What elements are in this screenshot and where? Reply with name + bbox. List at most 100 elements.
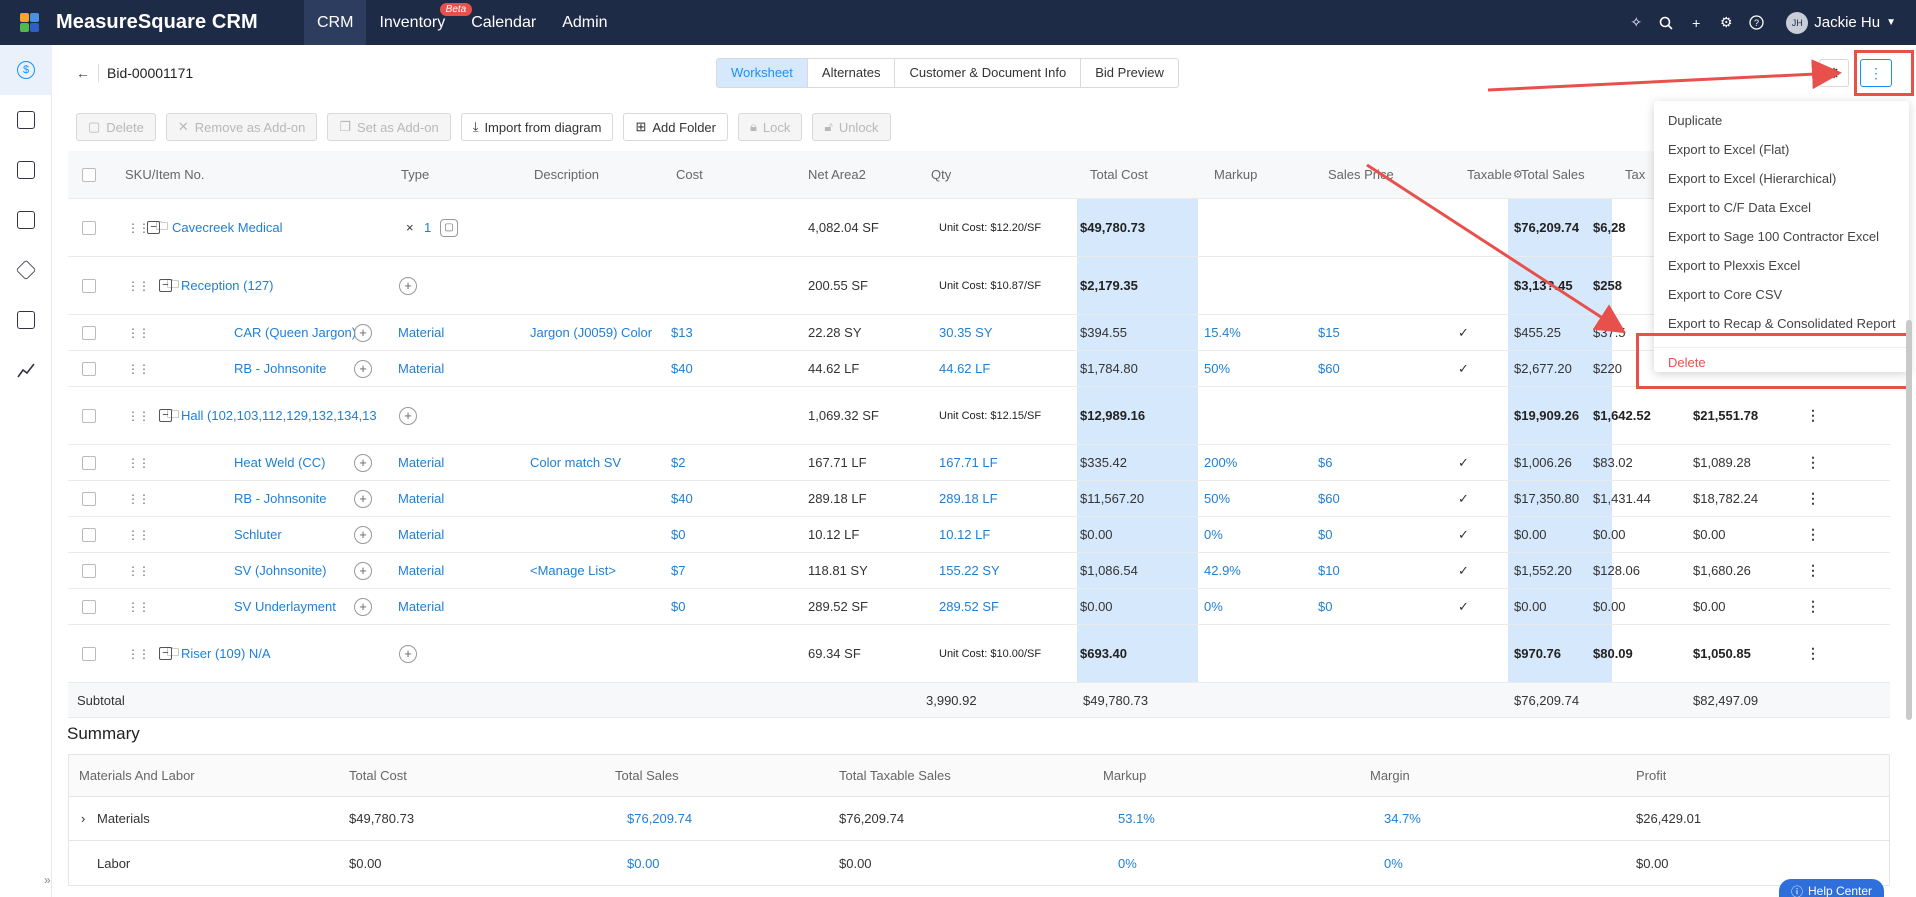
user-menu[interactable]: JH Jackie Hu ▼ — [1778, 11, 1896, 34]
add-icon[interactable]: + — [354, 445, 372, 480]
col-tax[interactable]: Tax — [1625, 151, 1645, 198]
menu-item-export-to-c-f-data-excel[interactable]: Export to C/F Data Excel — [1654, 193, 1909, 222]
sidebar-item-estimates[interactable] — [0, 145, 52, 195]
drag-handle-icon[interactable]: ⋮⋮ — [127, 553, 149, 588]
markup[interactable]: 0% — [1204, 517, 1223, 552]
item-cost[interactable]: $40 — [671, 351, 693, 386]
checkbox[interactable] — [82, 278, 96, 293]
sales-price[interactable]: $0 — [1318, 589, 1332, 624]
item-description[interactable]: Jargon (J0059) Color — [530, 315, 652, 350]
select-all-checkbox[interactable] — [82, 167, 96, 182]
taxable-check-icon[interactable]: ✓ — [1458, 445, 1469, 480]
menu-item-export-to-core-csv[interactable]: Export to Core CSV — [1654, 280, 1909, 309]
item-qty[interactable]: 30.35 SY — [939, 315, 993, 350]
add-icon[interactable]: + — [354, 351, 372, 386]
summary-markup[interactable]: 0% — [1118, 841, 1137, 885]
row-checkbox[interactable] — [82, 351, 96, 386]
sidebar-item-presentations[interactable] — [0, 295, 52, 345]
item-qty[interactable]: 167.71 LF — [939, 445, 998, 480]
folder-name[interactable]: Reception (127) — [181, 257, 274, 314]
expand-sidebar-icon[interactable]: » — [44, 873, 51, 887]
item-qty[interactable]: 155.22 SY — [939, 553, 1000, 588]
markup[interactable]: 0% — [1204, 589, 1223, 624]
nav-calendar[interactable]: Calendar — [458, 0, 549, 45]
help-center-button[interactable]: ⓘ Help Center — [1779, 879, 1884, 897]
remove-addon-button[interactable]: ✕ Remove as Add-on — [165, 113, 318, 141]
taxable-check-icon[interactable]: ✓ — [1458, 351, 1469, 386]
taxable-check-icon[interactable]: ✓ — [1458, 517, 1469, 552]
summary-margin[interactable]: 34.7% — [1384, 797, 1421, 840]
item-type[interactable]: Material — [398, 315, 444, 350]
row-menu-icon[interactable]: ⋮ — [1806, 625, 1820, 682]
item-description[interactable]: <Manage List> — [530, 553, 616, 588]
sparkle-icon[interactable]: ✧ — [1628, 14, 1644, 31]
item-name[interactable]: Schluter — [234, 517, 282, 552]
item-name[interactable]: SV (Johnsonite) — [234, 553, 327, 588]
settings-icon[interactable]: ⚙ — [1718, 14, 1734, 31]
item-name[interactable]: SV Underlayment — [234, 589, 336, 624]
sidebar-item-documents[interactable] — [0, 95, 52, 145]
drag-handle-icon[interactable]: ⋮⋮ — [127, 517, 149, 552]
item-name[interactable]: RB - Johnsonite — [234, 351, 327, 386]
checkbox[interactable] — [82, 361, 96, 376]
taxable-check-icon[interactable]: ✓ — [1458, 589, 1469, 624]
delete-button[interactable]: ▢ Delete — [76, 113, 156, 141]
item-qty[interactable]: 289.18 LF — [939, 481, 998, 516]
tab-alternates[interactable]: Alternates — [807, 59, 896, 87]
item-type[interactable]: Material — [398, 445, 444, 480]
col-markup[interactable]: Markup — [1214, 151, 1257, 198]
row-checkbox[interactable] — [82, 199, 96, 256]
folder-name[interactable]: Riser (109) N/A — [181, 625, 271, 682]
item-description[interactable]: Color match SV — [530, 445, 621, 480]
back-arrow-icon[interactable]: ← — [76, 65, 98, 81]
row-menu-icon[interactable]: ⋮ — [1806, 517, 1820, 552]
sales-price[interactable]: $6 — [1318, 445, 1332, 480]
markup[interactable]: 50% — [1204, 481, 1230, 516]
item-name[interactable]: CAR (Queen Jargon) — [234, 315, 356, 350]
item-cost[interactable]: $40 — [671, 481, 693, 516]
summary-margin[interactable]: 0% — [1384, 841, 1403, 885]
sidebar-item-bids[interactable]: $ — [0, 45, 52, 95]
drag-handle-icon[interactable]: ⋮⋮ — [127, 589, 149, 624]
checkbox[interactable] — [82, 491, 96, 506]
checkbox[interactable] — [82, 408, 96, 423]
drag-handle-icon[interactable]: ⋮⋮ — [127, 199, 149, 256]
menu-item-export-to-plexxis-excel[interactable]: Export to Plexxis Excel — [1654, 251, 1909, 280]
item-qty[interactable]: 289.52 SF — [939, 589, 999, 624]
drag-handle-icon[interactable]: ⋮⋮ — [127, 351, 149, 386]
unlock-button[interactable]: 🔓︎ Unlock — [812, 113, 891, 141]
checkbox[interactable] — [82, 325, 96, 340]
multiplier-count[interactable]: 1 — [424, 199, 431, 256]
sales-price[interactable]: $15 — [1318, 315, 1340, 350]
menu-item-duplicate[interactable]: Duplicate — [1654, 106, 1909, 135]
row-checkbox[interactable] — [82, 257, 96, 314]
plus-icon[interactable]: + — [1688, 15, 1704, 31]
col-net-area[interactable]: Net Area2 — [808, 151, 866, 198]
brand[interactable]: MeasureSquare CRM — [20, 11, 304, 34]
markup[interactable]: 200% — [1204, 445, 1237, 480]
folder-name[interactable]: Cavecreek Medical — [172, 199, 283, 256]
item-type[interactable]: Material — [398, 517, 444, 552]
scrollbar[interactable] — [1906, 320, 1912, 720]
row-checkbox[interactable] — [82, 589, 96, 624]
col-taxable[interactable]: Taxable ⚙ — [1467, 151, 1523, 198]
menu-item-export-to-excel-flat[interactable]: Export to Excel (Flat) — [1654, 135, 1909, 164]
markup[interactable]: 42.9% — [1204, 553, 1241, 588]
col-sku[interactable]: SKU/Item No. — [125, 151, 204, 198]
summary-total-sales[interactable]: $76,209.74 — [627, 797, 692, 840]
checkbox[interactable] — [82, 527, 96, 542]
add-icon[interactable]: + — [354, 553, 372, 588]
item-cost[interactable]: $0 — [671, 517, 685, 552]
drag-handle-icon[interactable]: ⋮⋮ — [127, 257, 149, 314]
item-name[interactable]: Heat Weld (CC) — [234, 445, 326, 480]
row-checkbox[interactable] — [82, 517, 96, 552]
item-qty[interactable]: 44.62 LF — [939, 351, 990, 386]
nav-inventory[interactable]: Inventory Beta — [366, 0, 473, 45]
tab-worksheet[interactable]: Worksheet — [717, 59, 808, 87]
row-menu-icon[interactable]: ⋮ — [1806, 553, 1820, 588]
add-item-icon[interactable]: + — [399, 257, 417, 314]
add-icon[interactable]: + — [354, 589, 372, 624]
item-type[interactable]: Material — [398, 351, 444, 386]
row-checkbox[interactable] — [82, 315, 96, 350]
item-qty[interactable]: 10.12 LF — [939, 517, 990, 552]
